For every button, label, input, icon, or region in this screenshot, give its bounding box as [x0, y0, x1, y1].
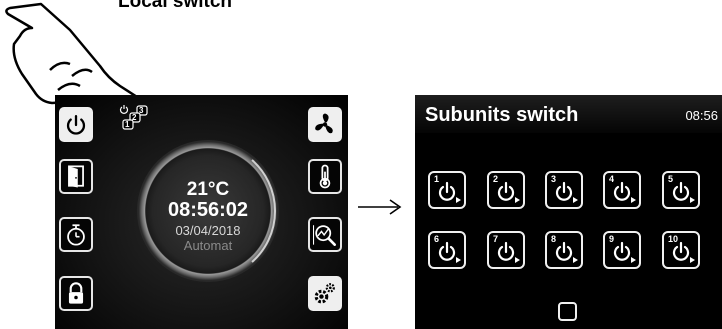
- dial-date: 03/04/2018: [175, 223, 241, 238]
- dial-temperature: 21°C: [186, 179, 230, 200]
- mini-number-3: 3: [139, 106, 144, 115]
- subunit-button-1[interactable]: 1: [428, 171, 466, 209]
- subunit-button-5[interactable]: 5: [662, 171, 700, 209]
- home-button[interactable]: [558, 302, 577, 321]
- subunit-button-3[interactable]: 3: [545, 171, 583, 209]
- fan-icon: [315, 113, 333, 134]
- lock-button[interactable]: [59, 276, 93, 311]
- thermometer-button[interactable]: [308, 159, 342, 194]
- subunits-grid: 1 2 3 4 5 6 7 8 9 10: [428, 171, 713, 289]
- dial-mode: Automat: [183, 238, 233, 253]
- page-title: Subunits switch: [425, 104, 579, 126]
- mini-number-1: 1: [125, 120, 130, 129]
- subunit-button-6[interactable]: 6: [428, 231, 466, 269]
- arrow-right-icon: [358, 199, 402, 215]
- play-indicator-icon: [573, 197, 578, 203]
- play-indicator-icon: [456, 257, 461, 263]
- dial-time: 08:56:02: [167, 199, 249, 221]
- subunit-button-7[interactable]: 7: [487, 231, 525, 269]
- play-indicator-icon: [515, 197, 520, 203]
- play-indicator-icon: [515, 257, 520, 263]
- play-indicator-icon: [631, 197, 636, 203]
- subunit-button-4[interactable]: 4: [603, 171, 641, 209]
- subunits-screen: Subunits switch 08:56 1 2 3 4 5 6 7 8 9 10: [415, 95, 722, 329]
- door-button[interactable]: [59, 159, 93, 194]
- subunit-button-10[interactable]: 10: [662, 231, 700, 269]
- door-icon: [68, 165, 84, 188]
- title-bar: Subunits switch 08:56: [415, 95, 722, 133]
- subunits-icon[interactable]: [117, 104, 159, 134]
- play-indicator-icon: [573, 257, 578, 263]
- subunit-button-8[interactable]: 8: [545, 231, 583, 269]
- settings-button[interactable]: [308, 276, 342, 311]
- mini-number-2: 2: [132, 113, 137, 122]
- lock-icon: [68, 282, 84, 304]
- gears-icon: [314, 283, 335, 304]
- subunit-button-9[interactable]: 9: [603, 231, 641, 269]
- play-indicator-icon: [690, 197, 695, 203]
- main-screen: 3 2 1 21°C 08:56:02 03/04/2018 Automat: [55, 95, 348, 329]
- timer-icon: [67, 224, 85, 246]
- clock: 08:56: [685, 108, 718, 123]
- play-indicator-icon: [631, 257, 636, 263]
- power-button[interactable]: [59, 107, 93, 142]
- subunit-button-2[interactable]: 2: [487, 171, 525, 209]
- power-icon: [66, 114, 86, 135]
- chart-magnifier-button[interactable]: [308, 217, 342, 252]
- fan-button[interactable]: [308, 107, 342, 142]
- play-indicator-icon: [690, 257, 695, 263]
- timer-button[interactable]: [59, 217, 93, 252]
- thermometer-icon: [319, 164, 331, 189]
- chart-magnifier-icon: [313, 225, 337, 246]
- play-indicator-icon: [456, 197, 461, 203]
